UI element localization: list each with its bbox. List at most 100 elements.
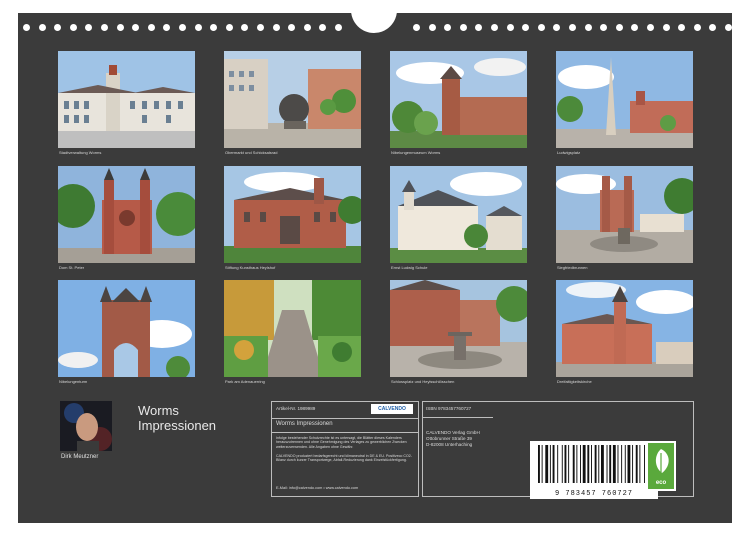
binding-hole (475, 24, 483, 31)
barcode-bar (580, 445, 581, 483)
barcode-bar (561, 445, 563, 483)
barcode-bar (564, 445, 567, 483)
barcode-bar (591, 445, 592, 483)
caption-3: Nibelungenmuseum Worms (391, 150, 441, 155)
isbn: ISBN 9783457760727 (426, 406, 472, 411)
binding-hole (553, 24, 561, 31)
binding-hole (85, 24, 93, 31)
barcode-bar (621, 445, 623, 483)
binding-hole (241, 24, 249, 31)
binding-hole (569, 24, 576, 31)
binding-hole (537, 24, 545, 31)
binding-hole (522, 24, 530, 31)
info-box: Artikel-Nr. 1989989 CALVENDO Worms Impre… (271, 401, 419, 497)
barcode: 9 783457 760727 (530, 441, 658, 499)
info-divider (272, 432, 418, 433)
barcode-bar (609, 445, 612, 483)
photo-stadtverwaltung (58, 51, 195, 148)
binding-hole (179, 24, 186, 31)
binding-hole (647, 24, 654, 31)
barcode-bar (576, 445, 578, 483)
photo-obermarkt (224, 51, 361, 148)
barcode-bar (582, 445, 586, 483)
binding-hole (132, 24, 140, 31)
barcode-bar (538, 445, 540, 483)
photo-siegfriedbrunnen (556, 166, 693, 263)
barcode-number: 9 783457 760727 (554, 490, 633, 498)
barcode-bar (572, 445, 575, 483)
binding-hole (413, 24, 420, 31)
barcode-bar (617, 445, 619, 483)
binding-hole (693, 24, 701, 31)
photo-dreifaltigkeitskirche (556, 280, 693, 377)
barcode-bar (568, 445, 570, 483)
binding-hole (662, 24, 670, 31)
binding-hole (194, 24, 202, 31)
binding-hole (709, 24, 717, 31)
production-text: CALVENDO produziert bedarfsgerecht und k… (276, 454, 412, 463)
caption-5: Dom St. Peter (59, 265, 85, 270)
photo-dom-st-peter (58, 166, 195, 263)
leaf-icon (655, 449, 669, 474)
address-line-1: CALVENDO Verlag GmbH (426, 430, 480, 435)
info-calendar-title: Worms Impressionen (276, 421, 333, 427)
binding-hole (54, 24, 62, 31)
barcode-bar (606, 445, 608, 483)
binding-hole (288, 24, 296, 31)
barcode-bars (538, 445, 645, 483)
address-line-2: Ottobrunner Straße 39 (426, 436, 472, 441)
caption-12: Dreifaltigkeitskirche (557, 379, 592, 384)
binding-hole (491, 24, 498, 31)
info-divider (272, 418, 418, 419)
caption-6: Stiftung Kunsthaus Heylshof (225, 265, 276, 270)
eco-label: eco (655, 480, 667, 486)
caption-9: Nibelungenturm (59, 379, 88, 384)
binding-hole (225, 24, 233, 31)
isbn-divider (423, 417, 493, 418)
binding-hole (428, 24, 436, 31)
barcode-bar (644, 445, 645, 483)
photo-ernst-ludwig-schule (390, 166, 527, 263)
binding-hole (210, 24, 218, 31)
photo-kunsthaus-heylshof (224, 166, 361, 263)
binding-hole (272, 24, 280, 31)
title-line-2: Impressionen (138, 418, 217, 433)
barcode-bar (635, 445, 638, 483)
caption-8: Siegfriedbrunnen (557, 265, 588, 270)
binding-hole (38, 24, 46, 31)
photo-nibelungenmuseum (390, 51, 527, 148)
binding-hole (584, 24, 592, 31)
calendar-title: Worms Impressionen (138, 403, 216, 433)
caption-4: Ludwigsplatz (557, 150, 581, 155)
address-line-3: D-82008 Unterhaching (426, 442, 473, 447)
barcode-bar (549, 445, 551, 483)
barcode-bar (552, 445, 555, 483)
author-name: Dirk Meutzner (61, 454, 99, 460)
caption-2: Obermarkt und Schicksalsrad (225, 150, 278, 155)
barcode-bar (632, 445, 634, 483)
photo-nibelungenturm (58, 280, 195, 377)
barcode-bar (587, 445, 590, 483)
binding-hole (725, 24, 732, 31)
barcode-bar (639, 445, 641, 483)
binding-hole (631, 24, 639, 31)
binding-hole (116, 24, 124, 31)
caption-1: Stadtverwaltung Worms (59, 150, 102, 155)
binding-hole (319, 24, 327, 31)
barcode-bar (601, 445, 604, 483)
binding-hole (335, 24, 342, 31)
photo-ludwigsplatz (556, 51, 693, 148)
binding-hole (303, 24, 311, 31)
photo-park-adenauerring (224, 280, 361, 377)
barcode-bar (624, 445, 626, 483)
barcode-bar (612, 445, 616, 483)
binding-hole (615, 24, 623, 31)
barcode-bar (598, 445, 600, 483)
binding-hole (506, 24, 514, 31)
binding-hole (69, 24, 77, 31)
title-line-1: Worms (138, 403, 179, 418)
contact-line: E-Mail: info@calvendo.com • www.calvendo… (276, 486, 359, 490)
calendar-back-page: Stadtverwaltung Worms Obermarkt und Schi… (18, 13, 732, 523)
binding-hole (147, 24, 155, 31)
barcode-bar (541, 445, 543, 483)
